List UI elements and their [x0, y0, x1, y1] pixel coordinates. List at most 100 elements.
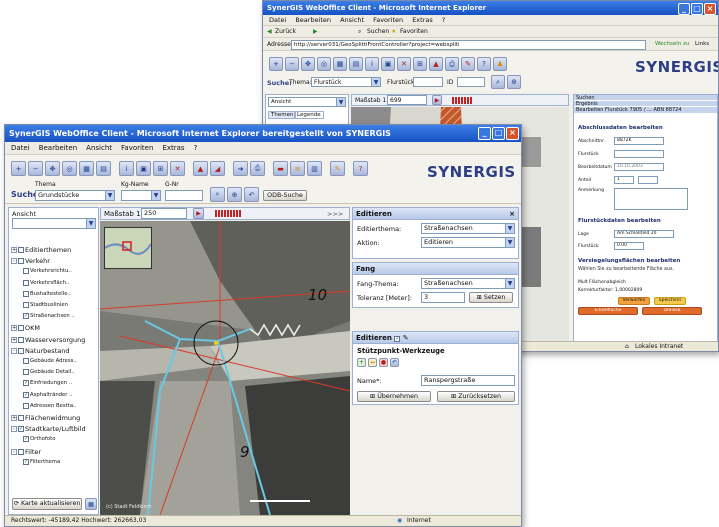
front-menu-help[interactable]: ?	[194, 144, 198, 152]
tree-item[interactable]: Bushaltestelle..	[23, 290, 71, 297]
identify-icon[interactable]: i	[365, 57, 379, 71]
back-arrow-icon[interactable]: ◀	[267, 28, 272, 35]
back-field-input-4b[interactable]	[638, 176, 658, 184]
edit-mode-icon[interactable]: ✎	[403, 334, 409, 342]
front-menu-datei[interactable]: Datei	[11, 144, 30, 152]
name-input[interactable]: Ranspergstraße	[421, 375, 515, 386]
bookmark-icon[interactable]: ▬	[273, 161, 288, 176]
front-minimize-button[interactable]: _	[478, 127, 491, 140]
tree-item[interactable]: + Flächenwidmung	[11, 414, 80, 422]
tree-item-checkbox[interactable]	[23, 279, 29, 286]
forward-arrow-icon[interactable]: ▶	[313, 28, 318, 35]
tree-item-checkbox[interactable]	[23, 402, 29, 409]
arrow-icon[interactable]: ➜	[233, 161, 248, 176]
tree-item[interactable]: + OKM	[11, 324, 40, 332]
favorites-icon[interactable]: ★	[391, 28, 396, 35]
expand-icon[interactable]: +	[11, 336, 17, 343]
collapse-icon[interactable]: -	[11, 426, 17, 433]
front-massstab-input[interactable]: 250	[141, 208, 187, 219]
tree-item[interactable]: Verkehrsfläch..	[23, 279, 69, 286]
tree-item[interactable]: ✓ Filterthema	[23, 458, 60, 465]
back-nav-search[interactable]: Suchen	[367, 28, 389, 35]
layers-stack-icon[interactable]: ≡	[290, 161, 305, 176]
tree-item[interactable]: Verkehrsrichtu..	[23, 268, 72, 275]
expand-icon[interactable]: +	[11, 247, 17, 253]
identify-icon[interactable]: i	[119, 161, 134, 176]
back-massstab-input[interactable]: 699	[387, 95, 427, 105]
tree-item[interactable]: ✓ Asphaltränder ..	[23, 391, 73, 398]
back-panel-row-bearbeiten[interactable]: Bearbeiten Flurstück 7905 / ... ABN 8872…	[574, 107, 717, 113]
tree-item-checkbox[interactable]: ✓	[23, 391, 29, 398]
aktion-select[interactable]: Editieren ▼	[421, 237, 515, 248]
tree-item-checkbox[interactable]: ✓	[23, 436, 29, 443]
front-map-view[interactable]: 10 9 (c) Stadt Feldkirch	[100, 221, 350, 515]
back-flurstueck-input[interactable]	[413, 77, 443, 87]
polygon-icon[interactable]: ◢	[210, 161, 225, 176]
pan-icon[interactable]: ✥	[301, 57, 315, 71]
back-menu-bearbeiten[interactable]: Bearbeiten	[295, 16, 331, 24]
front-ansicht-select[interactable]: ▼	[12, 218, 96, 229]
front-menu-bearbeiten[interactable]: Bearbeiten	[39, 144, 77, 152]
back-maximize-button[interactable]: □	[691, 3, 703, 15]
toleranz-input[interactable]: 3	[421, 292, 465, 303]
back-field-input-4[interactable]: 1	[614, 176, 634, 184]
back-id-input[interactable]	[457, 77, 485, 87]
back-verwerfen-button[interactable]: Verwerfen	[618, 297, 650, 305]
back-massstab-go-icon[interactable]: ▶	[432, 95, 442, 105]
print-icon[interactable]: ⎙	[445, 57, 459, 71]
tree-item[interactable]: - Verkehr	[11, 257, 50, 265]
tree-item-checkbox[interactable]: ✓	[23, 458, 29, 465]
tree-item[interactable]: Gebäude Adress..	[23, 358, 77, 364]
back-links-label[interactable]: Links	[695, 41, 709, 47]
tree-item-checkbox[interactable]: ✓	[23, 380, 29, 387]
doc-icon[interactable]: ▥	[307, 161, 322, 176]
help-icon[interactable]: ?	[353, 161, 368, 176]
back-speichern-button[interactable]: Speichern	[654, 297, 686, 305]
tree-item[interactable]: + Editierthemen	[11, 246, 71, 254]
back-tab-legende[interactable]: Legende	[294, 111, 324, 119]
back-dreieck-button[interactable]: Dreieck	[642, 307, 702, 315]
tree-item-checkbox[interactable]	[23, 290, 29, 297]
close-icon[interactable]: ×	[509, 208, 515, 220]
front-refresh-map-button[interactable]: ⟳ Karte aktualisieren	[12, 498, 82, 510]
collapse-icon[interactable]: -	[11, 448, 17, 455]
tree-item-checkbox[interactable]	[18, 336, 24, 343]
fangthema-select[interactable]: Straßenachsen ▼	[421, 278, 515, 289]
front-search-go-icon[interactable]: ⌕	[210, 187, 225, 202]
clear-icon[interactable]: ✕	[170, 161, 185, 176]
tree-item-checkbox[interactable]	[18, 247, 24, 253]
zuruecksetzen-button[interactable]: ⊞ Zurücksetzen	[437, 391, 515, 402]
back-nav-back[interactable]: Zurück	[275, 28, 296, 35]
back-menu-help[interactable]: ?	[442, 16, 445, 24]
front-maximize-button[interactable]: □	[492, 127, 505, 140]
front-gnr-input[interactable]	[165, 190, 203, 201]
back-search-go-icon[interactable]: ⌕	[491, 75, 505, 89]
zoom-out-icon[interactable]: −	[28, 161, 43, 176]
tree-item-checkbox[interactable]	[18, 415, 24, 421]
edit-icon[interactable]: ✎	[461, 57, 475, 71]
back-field2-input-2[interactable]: 0.00	[614, 242, 644, 250]
extent-icon[interactable]: ▦	[333, 57, 347, 71]
user-icon[interactable]: ♟	[493, 57, 507, 71]
edit-tools-checkbox[interactable]: ✓	[394, 336, 401, 342]
layers-icon[interactable]: ▤	[96, 161, 111, 176]
back-field-input-1[interactable]: 8872K	[614, 137, 664, 145]
tree-item[interactable]: Adressen Bestta..	[23, 402, 76, 409]
front-map-nav-arrows[interactable]: >>>	[327, 210, 343, 218]
back-tab-themen[interactable]: Themen	[268, 111, 297, 119]
expand-icon[interactable]: +	[11, 415, 17, 421]
tree-item-checkbox[interactable]	[23, 369, 29, 376]
back-search-zoom-icon[interactable]: ⊕	[507, 75, 521, 89]
select-icon[interactable]: ▣	[381, 57, 395, 71]
uebernehmen-button[interactable]: ⊞ Übernehmen	[357, 391, 431, 402]
editierthema-select[interactable]: Straßenachsen ▼	[421, 223, 515, 234]
back-go-button[interactable]: Wechseln zu	[655, 41, 689, 47]
undo-vertex-icon[interactable]: ↶	[390, 358, 399, 367]
back-thema-select[interactable]: Flurstück ▼	[311, 77, 381, 87]
add-vertex-icon[interactable]: +	[357, 358, 366, 367]
clear-icon[interactable]: ✕	[397, 57, 411, 71]
extent-icon[interactable]: ▦	[79, 161, 94, 176]
front-close-button[interactable]: ×	[506, 127, 519, 140]
tree-item[interactable]: Stadtbuslinien	[23, 302, 68, 308]
tree-item-checkbox[interactable]	[18, 325, 24, 332]
